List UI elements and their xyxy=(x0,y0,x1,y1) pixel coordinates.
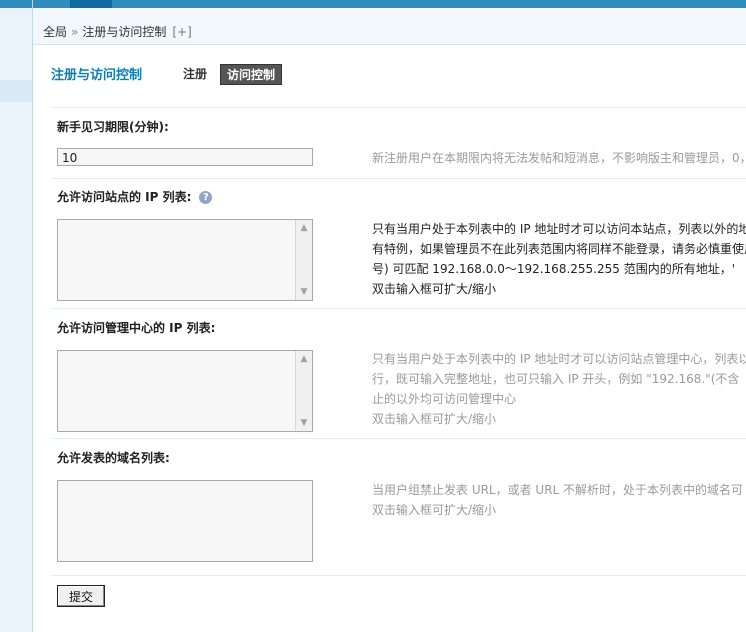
sidebar-highlight-band xyxy=(0,80,33,102)
top-bar-active-tab xyxy=(70,0,112,8)
label-text: 允许访问站点的 IP 列表: xyxy=(57,190,192,204)
scroll-up-icon[interactable]: ▲ xyxy=(296,351,312,367)
setting-desc-admin-ip-list: 只有当用户处于本列表中的 IP 地址时才可以访问站点管理中心，列表以 行，既可输… xyxy=(372,349,746,429)
submit-button[interactable]: 提交 xyxy=(57,585,105,607)
desc-line: 只有当用户处于本列表中的 IP 地址时才可以访问本站点，列表以外的地 xyxy=(372,222,746,236)
divider xyxy=(51,575,746,576)
desc-line: 双击输入框可扩大/缩小 xyxy=(372,412,497,426)
desc-line: 双击输入框可扩大/缩小 xyxy=(372,282,497,296)
help-icon[interactable]: ? xyxy=(199,191,213,204)
scroll-up-icon[interactable]: ▲ xyxy=(296,220,312,236)
desc-line: 新注册用户在本期限内将无法发帖和短消息，不影响版主和管理员，0， xyxy=(372,151,746,165)
desc-line: 当用户组禁止发表 URL，或者 URL 不解析时，处于本列表中的域名可 xyxy=(372,483,744,497)
page-title: 注册与访问控制 xyxy=(51,68,143,83)
domain-list-textarea[interactable] xyxy=(57,480,313,562)
admin-ip-list-textarea[interactable]: ▲ ▼ xyxy=(57,350,313,432)
breadcrumb-add-button[interactable]: [+] xyxy=(172,25,191,39)
breadcrumb-separator: » xyxy=(71,25,79,39)
divider xyxy=(51,107,746,108)
left-sidebar-strip xyxy=(0,0,33,632)
setting-label-admin-ip-list: 允许访问管理中心的 IP 列表: xyxy=(57,321,216,335)
setting-label-domain-list: 允许发表的域名列表: xyxy=(57,451,170,465)
desc-line: 止的以外均可访问管理中心 xyxy=(372,392,517,406)
desc-line: 有特例，如果管理员不在此列表范围内将同样不能登录，请务必慎重使用 xyxy=(372,242,746,256)
newbie-period-input[interactable]: 10 xyxy=(57,148,313,166)
scroll-down-icon[interactable]: ▼ xyxy=(296,284,312,300)
sidebar-top-band xyxy=(0,0,33,8)
sidebar-edge xyxy=(32,0,33,632)
divider xyxy=(51,308,746,309)
scrollbar[interactable]: ▲ ▼ xyxy=(295,220,312,300)
scrollbar[interactable]: ▲ ▼ xyxy=(295,351,312,431)
breadcrumb-root[interactable]: 全局 xyxy=(43,25,67,39)
scroll-down-icon[interactable]: ▼ xyxy=(296,415,312,431)
setting-label-site-ip-list: 允许访问站点的 IP 列表:? xyxy=(57,188,213,205)
breadcrumb-current: 注册与访问控制 xyxy=(82,25,167,39)
desc-line: 行，既可输入完整地址，也可只输入 IP 开头，例如 "192.168."(不含 xyxy=(372,372,740,386)
top-bar xyxy=(33,0,746,8)
setting-desc-newbie-period: 新注册用户在本期限内将无法发帖和短消息，不影响版主和管理员，0， xyxy=(372,148,746,168)
divider xyxy=(51,438,746,439)
divider xyxy=(51,178,746,179)
tab-register[interactable]: 注册 xyxy=(183,65,207,82)
desc-line: 号) 可匹配 192.168.0.0～192.168.255.255 范围内的所… xyxy=(372,262,736,276)
tab-access-control[interactable]: 访问控制 xyxy=(220,64,283,85)
breadcrumb: 全局 » 注册与访问控制 [+] xyxy=(33,8,746,45)
setting-label-newbie-period: 新手见习期限(分钟): xyxy=(57,120,169,134)
setting-desc-site-ip-list: 只有当用户处于本列表中的 IP 地址时才可以访问本站点，列表以外的地 有特例，如… xyxy=(372,219,746,299)
desc-line: 双击输入框可扩大/缩小 xyxy=(372,503,497,517)
site-ip-list-textarea[interactable]: ▲ ▼ xyxy=(57,219,313,301)
setting-desc-domain-list: 当用户组禁止发表 URL，或者 URL 不解析时，处于本列表中的域名可 双击输入… xyxy=(372,480,743,520)
desc-line: 只有当用户处于本列表中的 IP 地址时才可以访问站点管理中心，列表以 xyxy=(372,352,746,366)
